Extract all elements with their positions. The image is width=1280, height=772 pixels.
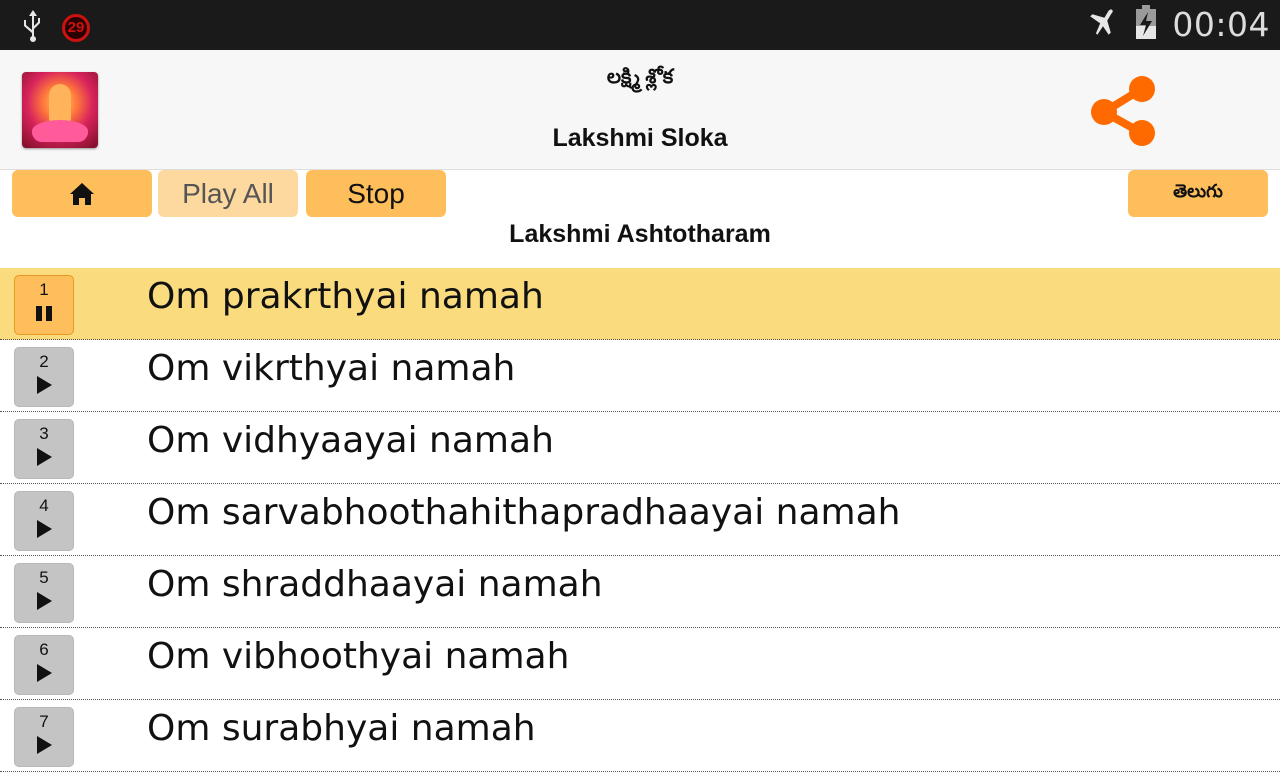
list-item[interactable]: 6 Om vibhoothyai namah [0,628,1280,700]
item-number: 2 [39,352,49,371]
item-text: Om vidhyaayai namah [147,420,554,461]
list-item[interactable]: 5 Om shraddhaayai namah [0,556,1280,628]
item-number: 6 [39,640,49,659]
status-bar-right: 00:04 [1086,4,1270,45]
play-button[interactable]: 6 [14,635,74,695]
share-button[interactable] [1082,72,1162,152]
item-text: Om prakrthyai namah [147,276,544,317]
status-bar: 29 00:04 [0,0,1280,50]
airplane-mode-icon [1086,5,1120,44]
play-icon [36,592,52,610]
battery-charging-icon [1134,4,1158,45]
play-button[interactable]: 7 [14,707,74,767]
usb-icon [18,8,48,47]
play-button[interactable]: 2 [14,347,74,407]
pause-button[interactable]: 1 [14,275,74,335]
item-number: 5 [39,568,49,587]
play-icon [36,664,52,682]
list-item[interactable]: 7 Om surabhyai namah [0,700,1280,772]
play-icon [36,736,52,754]
share-icon [1091,76,1155,146]
play-icon [36,520,52,538]
home-icon [70,182,94,205]
stop-button[interactable]: Stop [306,170,446,217]
item-text: Om sarvabhoothahithapradhaayai namah [147,492,901,533]
list-item[interactable]: 3 Om vidhyaayai namah [0,412,1280,484]
item-number: 3 [39,424,49,443]
item-text: Om surabhyai namah [147,708,536,749]
item-text: Om shraddhaayai namah [147,564,603,605]
play-all-button[interactable]: Play All [158,170,298,217]
item-number: 4 [39,496,49,515]
item-text: Om vikrthyai namah [147,348,516,389]
play-icon [36,376,52,394]
app-header: లక్ష్మి శ్లోక Lakshmi Sloka [0,50,1280,170]
sloka-list: 1 Om prakrthyai namah 2 Om vikrthyai nam… [0,268,1280,772]
play-button[interactable]: 5 [14,563,74,623]
status-bar-left: 29 [18,8,90,47]
play-icon [36,448,52,466]
pause-icon [36,306,52,321]
notification-badge-icon: 29 [62,13,90,42]
list-item[interactable]: 4 Om sarvabhoothahithapradhaayai namah [0,484,1280,556]
item-number: 1 [39,280,49,299]
list-item[interactable]: 2 Om vikrthyai namah [0,340,1280,412]
home-button[interactable] [12,170,152,217]
language-button[interactable]: తెలుగు [1128,170,1268,217]
list-item[interactable]: 1 Om prakrthyai namah [0,268,1280,340]
item-text: Om vibhoothyai namah [147,636,570,677]
section-title: Lakshmi Ashtotharam [509,220,771,248]
item-number: 7 [39,712,49,731]
status-time: 00:04 [1172,5,1270,44]
play-button[interactable]: 4 [14,491,74,551]
play-button[interactable]: 3 [14,419,74,479]
